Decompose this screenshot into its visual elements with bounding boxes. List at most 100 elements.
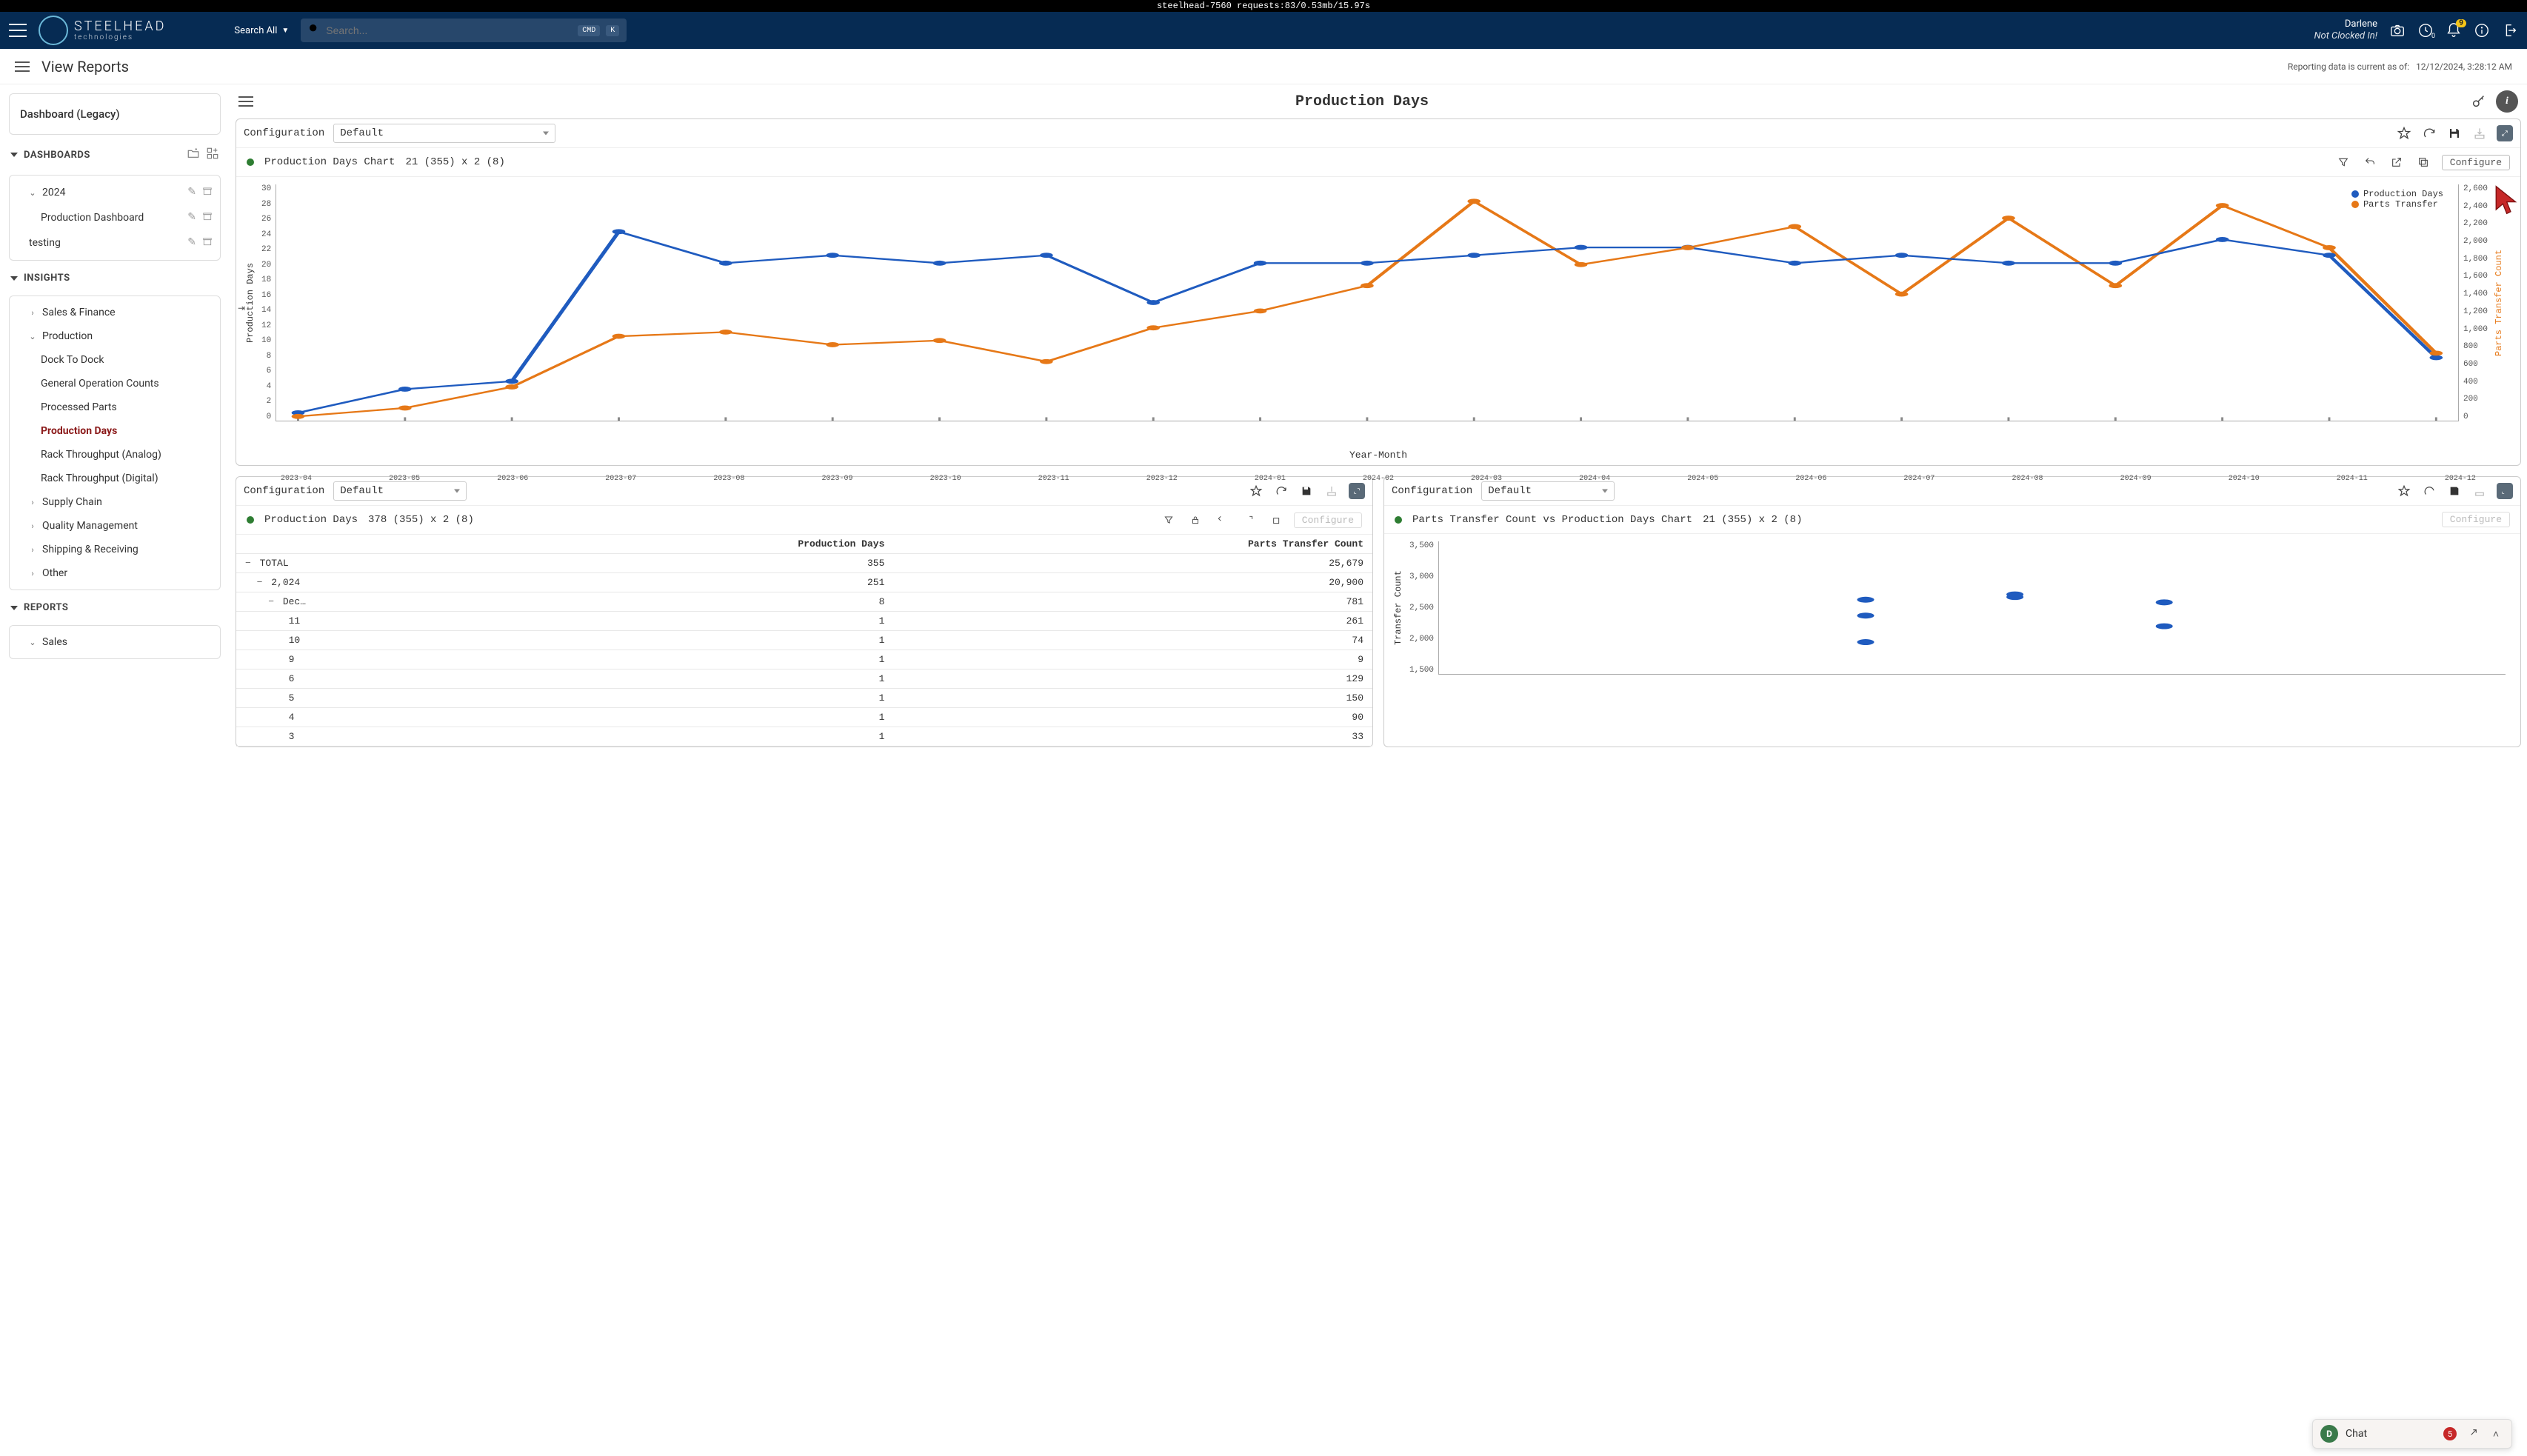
- edit-icon[interactable]: ✎: [187, 211, 196, 224]
- user-info[interactable]: Darlene Not Clocked In!: [2314, 19, 2377, 41]
- camera-icon[interactable]: [2389, 22, 2406, 39]
- sidebar-item-label: General Operation Counts: [41, 378, 159, 390]
- save-icon[interactable]: [2446, 125, 2463, 141]
- sidebar-item[interactable]: Production Dashboard✎: [10, 205, 220, 230]
- sidebar-item[interactable]: General Operation Counts: [10, 372, 220, 395]
- copy-icon[interactable]: [2415, 154, 2431, 170]
- table-row[interactable]: 4190: [236, 708, 1372, 727]
- config-select[interactable]: Default: [333, 481, 467, 501]
- sidebar-item[interactable]: Rack Throughput (Analog): [10, 443, 220, 467]
- filter-icon[interactable]: [2335, 154, 2351, 170]
- panel-menu-icon[interactable]: [238, 96, 253, 107]
- table-row[interactable]: − Dec…8781: [236, 592, 1372, 612]
- configure-button[interactable]: Configure: [2442, 512, 2510, 527]
- save-icon[interactable]: [1298, 483, 1315, 499]
- section-dashboards[interactable]: DASHBOARDS: [9, 144, 221, 166]
- sidebar-toggle-icon[interactable]: [15, 61, 30, 72]
- table-row[interactable]: − 2,02425120,900: [236, 573, 1372, 592]
- search-scope-dropdown[interactable]: Search All ▼: [234, 25, 289, 36]
- search-box[interactable]: CMD K: [301, 19, 627, 42]
- sidebar-item[interactable]: Dock To Dock: [10, 348, 220, 372]
- bell-icon[interactable]: 9: [2446, 22, 2462, 39]
- config-select[interactable]: Default: [333, 124, 555, 143]
- sidebar-item[interactable]: ›Other: [10, 561, 220, 585]
- table-row[interactable]: − TOTAL35525,679: [236, 554, 1372, 573]
- save-icon[interactable]: [2446, 483, 2463, 499]
- download-icon[interactable]: [2471, 483, 2488, 499]
- sidebar-item-label: Rack Throughput (Digital): [41, 472, 158, 484]
- sidebar-item[interactable]: ⌄Production: [10, 324, 220, 348]
- sidebar-item[interactable]: Rack Throughput (Digital): [10, 467, 220, 490]
- star-icon[interactable]: [1248, 483, 1264, 499]
- collapse-icon: [10, 606, 18, 610]
- sidebar-item[interactable]: Processed Parts: [10, 395, 220, 419]
- popout-icon[interactable]: [2464, 1426, 2480, 1442]
- table-row[interactable]: 111261: [236, 612, 1372, 631]
- y-right-label: Parts Transfer Count: [2492, 184, 2506, 421]
- edit-icon[interactable]: ✎: [187, 186, 196, 199]
- config-select[interactable]: Default: [1481, 481, 1615, 501]
- key-icon[interactable]: [2471, 93, 2487, 110]
- table-row[interactable]: 51150: [236, 689, 1372, 708]
- table-row[interactable]: 919: [236, 650, 1372, 669]
- edit-icon[interactable]: ✎: [187, 236, 196, 250]
- download-icon[interactable]: [1323, 483, 1340, 499]
- refresh-icon[interactable]: [2421, 125, 2437, 141]
- brand-logo[interactable]: STEELHEAD technologies: [39, 16, 166, 45]
- search-input[interactable]: [326, 24, 572, 36]
- configure-button[interactable]: Configure: [1294, 512, 1362, 528]
- search-icon: [308, 23, 320, 38]
- configure-button[interactable]: Configure: [2442, 155, 2510, 170]
- expand-icon[interactable]: [1349, 483, 1365, 499]
- axis-expand-icon[interactable]: ⇥: [238, 303, 245, 313]
- chevron-up-icon[interactable]: ˄: [2488, 1426, 2504, 1442]
- popout-icon[interactable]: [1241, 512, 1257, 528]
- grid-add-icon[interactable]: [206, 147, 219, 163]
- table-row[interactable]: 61129: [236, 669, 1372, 689]
- legend-dot-icon: [2351, 190, 2359, 198]
- sidebar-item[interactable]: Production Days: [10, 419, 220, 443]
- sidebar-item[interactable]: ⌄Sales: [10, 630, 220, 654]
- undo-icon[interactable]: [1214, 512, 1230, 528]
- table-panel: Configuration Default Production Days 37…: [236, 476, 1373, 747]
- copy-icon[interactable]: [1267, 512, 1283, 528]
- lock-icon[interactable]: [1187, 512, 1204, 528]
- dashboard-legacy-button[interactable]: Dashboard (Legacy): [9, 93, 221, 135]
- sidebar-item[interactable]: ›Shipping & Receiving: [10, 538, 220, 561]
- chart-plot[interactable]: Production Days Parts Transfer: [276, 184, 2459, 421]
- section-reports[interactable]: REPORTS: [9, 599, 221, 616]
- table-row[interactable]: 10174: [236, 631, 1372, 650]
- new-folder-icon[interactable]: [187, 147, 200, 163]
- download-icon[interactable]: [2471, 125, 2488, 141]
- popout-icon[interactable]: [2389, 154, 2405, 170]
- undo-icon[interactable]: [2362, 154, 2378, 170]
- table-row[interactable]: 3133: [236, 727, 1372, 747]
- refresh-icon[interactable]: [1273, 483, 1289, 499]
- data-table[interactable]: Production Days Parts Transfer Count − T…: [236, 535, 1372, 747]
- menu-icon[interactable]: [9, 24, 27, 37]
- section-insights[interactable]: INSIGHTS: [9, 270, 221, 287]
- star-icon[interactable]: [2396, 483, 2412, 499]
- expand-icon[interactable]: [2497, 125, 2513, 141]
- info-icon[interactable]: [2474, 22, 2490, 39]
- clock-icon[interactable]: 0: [2417, 22, 2434, 39]
- logout-icon[interactable]: [2502, 22, 2518, 39]
- chevron-right-icon: ›: [29, 569, 36, 578]
- star-icon[interactable]: [2396, 125, 2412, 141]
- scatter-plot[interactable]: [1438, 541, 2506, 675]
- archive-icon[interactable]: [202, 236, 213, 250]
- sidebar-item[interactable]: ›Sales & Finance: [10, 301, 220, 324]
- chat-widget[interactable]: D Chat 5 ˄: [2312, 1419, 2512, 1449]
- filter-icon[interactable]: [1161, 512, 1177, 528]
- refresh-icon[interactable]: [2421, 483, 2437, 499]
- expand-icon[interactable]: [2497, 483, 2513, 499]
- sidebar-item[interactable]: ›Quality Management: [10, 514, 220, 538]
- archive-icon[interactable]: [202, 186, 213, 199]
- sidebar-item[interactable]: ›Supply Chain: [10, 490, 220, 514]
- sidebar-item[interactable]: testing✎: [10, 230, 220, 256]
- scatter-ylabel: Transfer Count: [1392, 541, 1405, 675]
- archive-icon[interactable]: [202, 211, 213, 224]
- sidebar-item[interactable]: ⌄2024✎: [10, 180, 220, 205]
- info-round-icon[interactable]: i: [2496, 90, 2518, 113]
- app-header: STEELHEAD technologies Search All ▼ CMD …: [0, 12, 2527, 49]
